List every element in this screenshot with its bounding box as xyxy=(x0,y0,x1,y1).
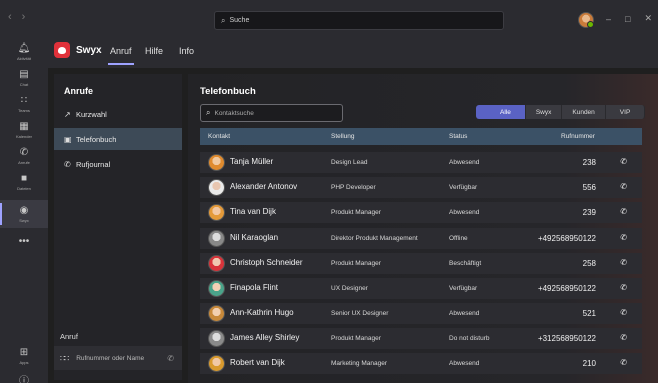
global-search-input[interactable]: ⌕ Suche xyxy=(214,11,504,30)
contact-search-placeholder: Kontaktsuche xyxy=(214,109,254,117)
more-icon: ••• xyxy=(18,236,30,247)
phone-icon: ✆ xyxy=(19,146,29,158)
contact-search-input[interactable]: ⌕ Kontaktsuche xyxy=(200,104,343,122)
dialpad-icon[interactable]: ∷∷ xyxy=(60,354,69,363)
call-section-label: Anruf xyxy=(60,332,78,341)
minimize-button[interactable]: – xyxy=(606,14,611,24)
app-header: Swyx Anruf Hilfe Info xyxy=(48,34,658,68)
back-arrow-icon[interactable]: ‹ xyxy=(8,11,12,23)
close-button[interactable]: ✕ xyxy=(644,13,652,24)
column-status[interactable]: Status xyxy=(449,133,467,140)
calls-panel-title: Anrufe xyxy=(64,86,93,96)
page-title: Telefonbuch xyxy=(200,86,256,97)
rail-more-button[interactable]: ••• xyxy=(0,228,48,256)
call-journal-icon: ✆ xyxy=(64,159,71,169)
column-kontakt[interactable]: Kontakt xyxy=(208,133,230,140)
call-icon[interactable]: ✆ xyxy=(620,182,627,191)
filter-kunden[interactable]: Kunden xyxy=(562,105,606,119)
title-bar: ‹ › ⌕ Suche – □ ✕ xyxy=(0,0,658,34)
search-icon: ⌕ xyxy=(221,15,226,25)
rail-item-files[interactable]: ■ Dateien xyxy=(0,168,48,196)
rail-item-swyx[interactable]: ◉ Swyx xyxy=(0,200,48,228)
bell-icon: 🔔︎ xyxy=(17,42,31,54)
rail-item-apps[interactable]: ⊞ Apps xyxy=(0,342,48,370)
call-icon[interactable]: ✆ xyxy=(620,258,627,267)
avatar[interactable] xyxy=(578,12,594,28)
filter-swyx[interactable]: Swyx xyxy=(525,105,563,119)
rail-item-calendar[interactable]: ▦ Kalender xyxy=(0,116,48,144)
calls-panel: Anrufe ↗ Kurzwahl ▣ Telefonbuch ✆ Rufjou… xyxy=(54,74,182,380)
filter-alle[interactable]: Alle xyxy=(476,105,526,119)
call-icon[interactable]: ✆ xyxy=(620,157,627,166)
tab-info[interactable]: Info xyxy=(179,46,194,56)
nav-item-telefonbuch[interactable]: ▣ Telefonbuch xyxy=(54,128,182,150)
table-row[interactable]: Ann-Kathrin Hugo Senior UX Designer Abwe… xyxy=(200,303,642,324)
apps-icon: ⊞ xyxy=(19,346,29,358)
chat-icon: ▤ xyxy=(19,68,29,80)
avatar xyxy=(208,154,225,171)
table-row[interactable]: Tina van Dijk Produkt Manager Abwesend 2… xyxy=(200,202,642,223)
table-row[interactable]: James Alley Shirley Produkt Manager Do n… xyxy=(200,328,642,349)
window-controls: – □ ✕ xyxy=(606,13,652,24)
forward-arrow-icon[interactable]: › xyxy=(22,11,26,23)
rail-item-help[interactable]: ⓘ xyxy=(0,368,48,383)
table-row[interactable]: Tanja Müller Design Lead Abwesend 238 ✆ xyxy=(200,152,642,173)
rail-item-teams[interactable]: ∷ Teams xyxy=(0,90,48,118)
call-icon[interactable]: ✆ xyxy=(620,358,627,367)
phonebook-main: Telefonbuch ⌕ Kontaktsuche Alle Swyx Kun… xyxy=(188,74,658,383)
tab-hilfe[interactable]: Hilfe xyxy=(145,46,163,56)
dial-call-icon[interactable]: ✆ xyxy=(167,354,174,363)
file-icon: ■ xyxy=(20,172,28,184)
nav-item-kurzwahl[interactable]: ↗ Kurzwahl xyxy=(54,103,182,125)
avatar xyxy=(208,230,225,247)
table-row[interactable]: Alexander Antonov PHP Developer Verfügba… xyxy=(200,177,642,198)
column-rufnummer[interactable]: Rufnummer xyxy=(561,133,595,140)
call-icon[interactable]: ✆ xyxy=(620,233,627,242)
rail-item-calls[interactable]: ✆ Anrufe xyxy=(0,142,48,170)
avatar xyxy=(208,355,225,372)
table-row[interactable]: Nil Karaoglan Direktor Produkt Managemen… xyxy=(200,228,642,249)
table-row[interactable]: Finapola Flint UX Designer Verfügbar +49… xyxy=(200,278,642,299)
table-header: Kontakt Stellung Status Rufnummer xyxy=(200,128,642,145)
avatar xyxy=(208,330,225,347)
swyx-logo-icon xyxy=(54,42,70,58)
speed-dial-icon: ↗ xyxy=(64,109,71,119)
app-name: Swyx xyxy=(76,45,102,56)
app-rail: 🔔︎ Aktivität ▤ Chat ∷ Teams ▦ Kalender ✆… xyxy=(0,34,48,383)
search-icon: ⌕ xyxy=(206,108,211,117)
calendar-icon: ▦ xyxy=(19,120,29,132)
avatar xyxy=(208,305,225,322)
avatar xyxy=(208,280,225,297)
call-icon[interactable]: ✆ xyxy=(620,207,627,216)
swyx-icon: ◉ xyxy=(19,204,29,216)
teams-icon: ∷ xyxy=(20,94,28,106)
filter-vip[interactable]: VIP xyxy=(605,105,646,119)
phonebook-icon: ▣ xyxy=(64,134,72,144)
column-stellung[interactable]: Stellung xyxy=(331,133,355,140)
tab-anruf[interactable]: Anruf xyxy=(108,46,133,65)
dial-placeholder: Rufnummer oder Name xyxy=(76,354,145,362)
contact-filters: Alle Swyx Kunden VIP xyxy=(476,105,646,119)
table-row[interactable]: Christoph Schneider Produkt Manager Besc… xyxy=(200,253,642,274)
call-icon[interactable]: ✆ xyxy=(620,308,627,317)
call-icon[interactable]: ✆ xyxy=(620,333,627,342)
nav-arrows: ‹ › xyxy=(0,11,25,23)
maximize-button[interactable]: □ xyxy=(625,14,630,24)
avatar xyxy=(208,204,225,221)
rail-item-chat[interactable]: ▤ Chat xyxy=(0,64,48,92)
nav-item-rufjournal[interactable]: ✆ Rufjournal xyxy=(54,153,182,175)
help-icon: ⓘ xyxy=(19,376,29,383)
avatar xyxy=(208,179,225,196)
dial-input[interactable]: ∷∷ Rufnummer oder Name ✆ xyxy=(54,346,182,370)
table-row[interactable]: Robert van Dijk Marketing Manager Abwese… xyxy=(200,353,642,374)
call-icon[interactable]: ✆ xyxy=(620,283,627,292)
avatar xyxy=(208,255,225,272)
rail-item-activity[interactable]: 🔔︎ Aktivität xyxy=(0,38,48,66)
global-search-placeholder: Suche xyxy=(229,17,250,24)
